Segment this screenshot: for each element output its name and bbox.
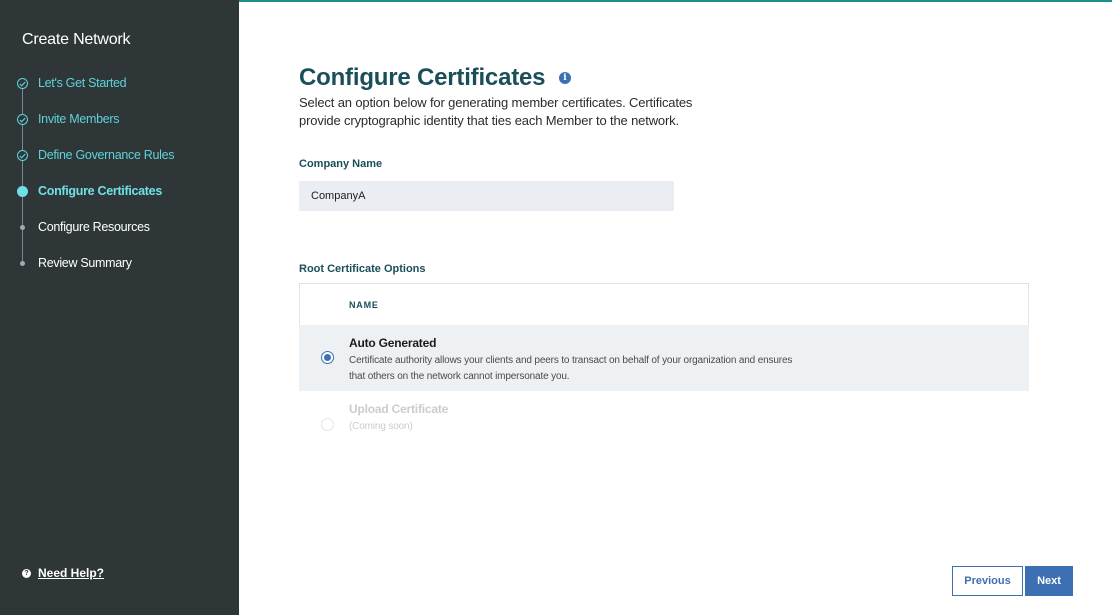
check-circle-icon [16, 77, 29, 90]
step-define-governance-rules[interactable]: Define Governance Rules [0, 146, 239, 166]
root-certificate-options-table: NAME Auto Generated Certificate authorit… [299, 283, 1029, 457]
step-label: Invite Members [38, 112, 120, 126]
check-circle-icon [16, 149, 29, 162]
previous-button[interactable]: Previous [952, 566, 1023, 596]
wizard-sidebar: Create Network Let's Get Started Invite … [0, 0, 239, 615]
page-description: Select an option below for generating me… [299, 95, 693, 128]
option-title: Auto Generated [349, 336, 437, 350]
step-invite-members[interactable]: Invite Members [0, 110, 239, 130]
info-icon[interactable]: i [559, 72, 571, 84]
option-title: Upload Certificate [349, 402, 449, 416]
question-icon: ? [22, 568, 31, 578]
column-header-name: NAME [349, 300, 379, 310]
step-configure-certificates[interactable]: Configure Certificates [0, 182, 239, 202]
pending-step-dot-icon [16, 221, 29, 234]
step-label: Configure Certificates [38, 184, 162, 198]
table-header: NAME [299, 283, 1029, 325]
radio-disabled-icon [321, 418, 334, 431]
need-help-link[interactable]: Need Help? [38, 566, 104, 580]
step-label: Let's Get Started [38, 76, 127, 90]
check-circle-icon [16, 113, 29, 126]
step-label: Define Governance Rules [38, 148, 175, 162]
main-content: Configure Certificates i Select an optio… [239, 2, 1112, 615]
step-lets-get-started[interactable]: Let's Get Started [0, 74, 239, 94]
page-title: Configure Certificates [299, 64, 546, 91]
option-upload-certificate: Upload Certificate (Coming soon) [299, 391, 1029, 457]
sidebar-title: Create Network [22, 31, 131, 48]
step-configure-resources[interactable]: Configure Resources [0, 218, 239, 238]
help-section: ? Need Help? [22, 566, 104, 580]
root-certificate-options-label: Root Certificate Options [299, 263, 426, 275]
company-name-input[interactable] [299, 181, 674, 211]
option-description: Certificate authority allows your client… [349, 355, 793, 382]
step-review-summary[interactable]: Review Summary [0, 254, 239, 274]
option-auto-generated[interactable]: Auto Generated Certificate authority all… [299, 325, 1029, 391]
next-button[interactable]: Next [1025, 566, 1073, 596]
option-description: (Coming soon) [349, 421, 413, 432]
current-step-dot-icon [16, 185, 29, 198]
company-name-label: Company Name [299, 158, 383, 170]
step-label: Configure Resources [38, 220, 150, 234]
radio-selected-icon[interactable] [321, 351, 334, 364]
step-label: Review Summary [38, 256, 132, 270]
pending-step-dot-icon [16, 257, 29, 270]
